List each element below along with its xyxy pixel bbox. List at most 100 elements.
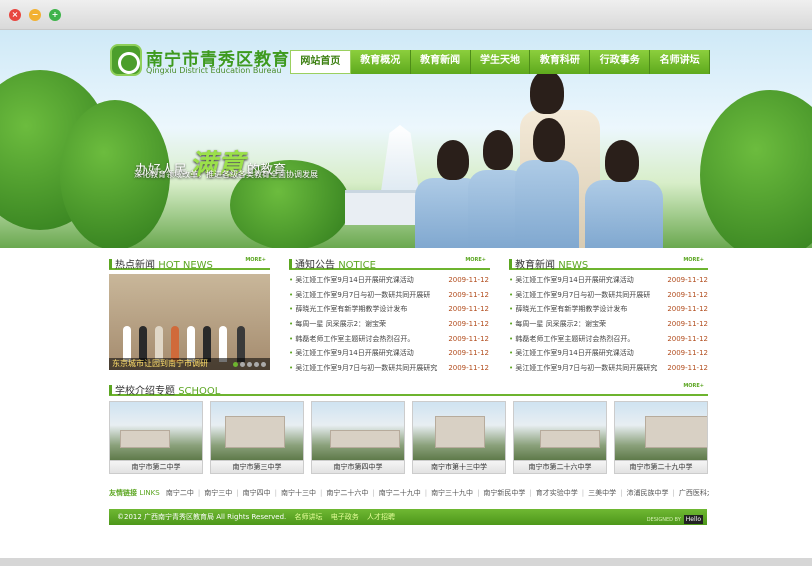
school-name[interactable]: 南宁市第三中学 xyxy=(210,461,304,474)
teacher-head xyxy=(530,70,564,114)
bureau-logo-icon[interactable] xyxy=(110,44,142,76)
news-item-date: 2009-11-12 xyxy=(667,305,708,314)
hot-news-photo[interactable]: 东京城市让园到南宁市调研 xyxy=(109,274,270,370)
slider-dot[interactable] xyxy=(247,362,252,367)
friend-links-label-en: LINKS xyxy=(139,489,160,497)
student-2-head xyxy=(483,130,513,170)
news-item[interactable]: 吴江娅工作室9月14日开展研究课活动 2009-11-12 xyxy=(509,346,708,361)
nav-lectures[interactable]: 名师讲坛 xyxy=(650,50,711,74)
friend-link[interactable]: 南宁二十九中 xyxy=(379,489,421,497)
friend-link[interactable]: 沛浦民族中学 xyxy=(627,489,669,497)
school-card[interactable]: 南宁市第二十六中学 xyxy=(513,401,607,474)
news-item-title[interactable]: 吴江娅工作室9月14日开展研究课活动 xyxy=(509,346,633,361)
designer-badge[interactable]: Hello xyxy=(683,515,703,524)
school-card[interactable]: 南宁市第三中学 xyxy=(210,401,304,474)
school-name[interactable]: 南宁市第十三中学 xyxy=(412,461,506,474)
news-item-title[interactable]: 韩磊老师工作室主题研讨会热烈召开。 xyxy=(509,332,634,347)
school-card[interactable]: 南宁市第四中学 xyxy=(311,401,405,474)
slider-dot[interactable] xyxy=(233,362,238,367)
news-item-title[interactable]: 韩磊老师工作室主题研讨会热烈召开。 xyxy=(289,332,414,347)
school-gallery: 南宁市第二中学 南宁市第三中学 南宁市第四中学 南宁市第十三中学 南宁市第二十六中学 南宁… xyxy=(109,401,708,474)
slider-dot[interactable] xyxy=(254,362,259,367)
slider-dot[interactable] xyxy=(261,362,266,367)
maximize-window-icon[interactable]: + xyxy=(49,9,61,21)
school-name[interactable]: 南宁市第二中学 xyxy=(109,461,203,474)
school-photo[interactable] xyxy=(614,401,708,461)
footer-link-egov[interactable]: 电子政务 xyxy=(331,513,359,521)
friend-link[interactable]: 育才实验中学 xyxy=(536,489,578,497)
hot-news-more-link[interactable]: MORE+ xyxy=(245,257,266,263)
nav-overview[interactable]: 教育概况 xyxy=(350,50,411,74)
friend-link[interactable]: 三美中学 xyxy=(588,489,616,497)
news-item-title[interactable]: 薛晓光工作室有新学期教学设计发布 xyxy=(289,302,407,317)
school-more-link[interactable]: MORE+ xyxy=(683,383,704,389)
link-separator: | xyxy=(372,489,375,497)
footer-link-lectures[interactable]: 名师讲坛 xyxy=(295,513,323,521)
friend-link[interactable]: 广西医科大学附属 xyxy=(679,489,709,497)
news-item-title[interactable]: 吴江娅工作室9月7日与初一数研共同开展研 xyxy=(289,288,430,303)
news-item-title[interactable]: 薛晓光工作室有新学期教学设计发布 xyxy=(509,302,627,317)
friend-link[interactable]: 南宁新民中学 xyxy=(483,489,525,497)
friend-link[interactable]: 南宁十三中 xyxy=(281,489,316,497)
news-item[interactable]: 薛晓光工作室有新学期教学设计发布 2009-11-12 xyxy=(509,302,708,317)
news-item-title[interactable]: 每周一星 凤采展示2：谢宝荣 xyxy=(289,317,386,332)
school-name[interactable]: 南宁市第四中学 xyxy=(311,461,405,474)
news-item[interactable]: 吴江娅工作室9月7日与初一数研共同开展研 2009-11-12 xyxy=(509,288,708,303)
notice-more-link[interactable]: MORE+ xyxy=(465,257,486,263)
news-item-title[interactable]: 吴江娅工作室9月7日与初一数研共同开展研究 xyxy=(289,361,437,376)
news-item[interactable]: 每周一星 凤采展示2：谢宝荣 2009-11-12 xyxy=(509,317,708,332)
news-item-title[interactable]: 吴江娅工作室9月14日开展研究课活动 xyxy=(509,273,633,288)
footer-link-jobs[interactable]: 人才招聘 xyxy=(367,513,395,521)
news-item-date: 2009-11-12 xyxy=(448,349,489,358)
school-card[interactable]: 南宁市第二十九中学 xyxy=(614,401,708,474)
notice-title: 通知公告 xyxy=(295,260,335,271)
friend-link[interactable]: 南宁四中 xyxy=(243,489,271,497)
school-title: 学校介绍专题 xyxy=(115,386,175,397)
school-photo[interactable] xyxy=(210,401,304,461)
school-building xyxy=(120,430,170,448)
nav-admin[interactable]: 行政事务 xyxy=(590,50,651,74)
news-item[interactable]: 吴江娅工作室9月14日开展研究课活动 2009-11-12 xyxy=(289,346,489,361)
nav-news[interactable]: 教育新闻 xyxy=(410,50,471,74)
friend-link[interactable]: 南宁三中 xyxy=(204,489,232,497)
news-item-date: 2009-11-12 xyxy=(667,334,708,343)
person-figure xyxy=(187,326,195,362)
student-4 xyxy=(585,180,663,248)
news-item-title[interactable]: 吴江娅工作室9月7日与初一数研共同开展研 xyxy=(509,288,650,303)
news-item[interactable]: 吴江娅工作室9月14日开展研究课活动 2009-11-12 xyxy=(289,273,489,288)
school-photo[interactable] xyxy=(109,401,203,461)
nav-home[interactable]: 网站首页 xyxy=(290,50,351,74)
friend-links-label-cn: 友情链接 xyxy=(109,489,137,497)
student-1-head xyxy=(437,140,469,180)
school-name[interactable]: 南宁市第二十六中学 xyxy=(513,461,607,474)
friend-link[interactable]: 南宁二中 xyxy=(166,489,194,497)
edu-news-more-link[interactable]: MORE+ xyxy=(683,257,704,263)
news-item[interactable]: 吴江娅工作室9月14日开展研究课活动 2009-11-12 xyxy=(509,273,708,288)
news-item[interactable]: 韩磊老师工作室主题研讨会热烈召开。 2009-11-12 xyxy=(289,332,489,347)
friend-link[interactable]: 南宁二十六中 xyxy=(326,489,368,497)
school-photo[interactable] xyxy=(513,401,607,461)
friend-link[interactable]: 南宁三十九中 xyxy=(431,489,473,497)
news-item-title[interactable]: 吴江娅工作室9月7日与初一数研共同开展研究 xyxy=(509,361,657,376)
news-item[interactable]: 吴江娅工作室9月7日与初一数研共同开展研 2009-11-12 xyxy=(289,288,489,303)
close-window-icon[interactable]: × xyxy=(9,9,21,21)
school-card[interactable]: 南宁市第二中学 xyxy=(109,401,203,474)
news-item-title[interactable]: 每周一星 凤采展示2：谢宝荣 xyxy=(509,317,606,332)
news-item[interactable]: 薛晓光工作室有新学期教学设计发布 2009-11-12 xyxy=(289,302,489,317)
nav-research[interactable]: 教育科研 xyxy=(530,50,591,74)
main-nav: 网站首页 教育概况 教育新闻 学生天地 教育科研 行政事务 名师讲坛 xyxy=(290,50,711,74)
minimize-window-icon[interactable]: − xyxy=(29,9,41,21)
news-item[interactable]: 每周一星 凤采展示2：谢宝荣 2009-11-12 xyxy=(289,317,489,332)
news-item[interactable]: 吴江娅工作室9月7日与初一数研共同开展研究 2009-11-12 xyxy=(289,361,489,376)
news-item[interactable]: 吴江娅工作室9月7日与初一数研共同开展研究 2009-11-12 xyxy=(509,361,708,376)
school-photo[interactable] xyxy=(311,401,405,461)
slider-dot[interactable] xyxy=(240,362,245,367)
news-item[interactable]: 韩磊老师工作室主题研讨会热烈召开。 2009-11-12 xyxy=(509,332,708,347)
news-item-title[interactable]: 吴江娅工作室9月14日开展研究课活动 xyxy=(289,273,413,288)
school-card[interactable]: 南宁市第十三中学 xyxy=(412,401,506,474)
school-photo[interactable] xyxy=(412,401,506,461)
school-name[interactable]: 南宁市第二十九中学 xyxy=(614,461,708,474)
person-figure xyxy=(155,326,163,362)
news-item-title[interactable]: 吴江娅工作室9月14日开展研究课活动 xyxy=(289,346,413,361)
nav-students[interactable]: 学生天地 xyxy=(470,50,531,74)
